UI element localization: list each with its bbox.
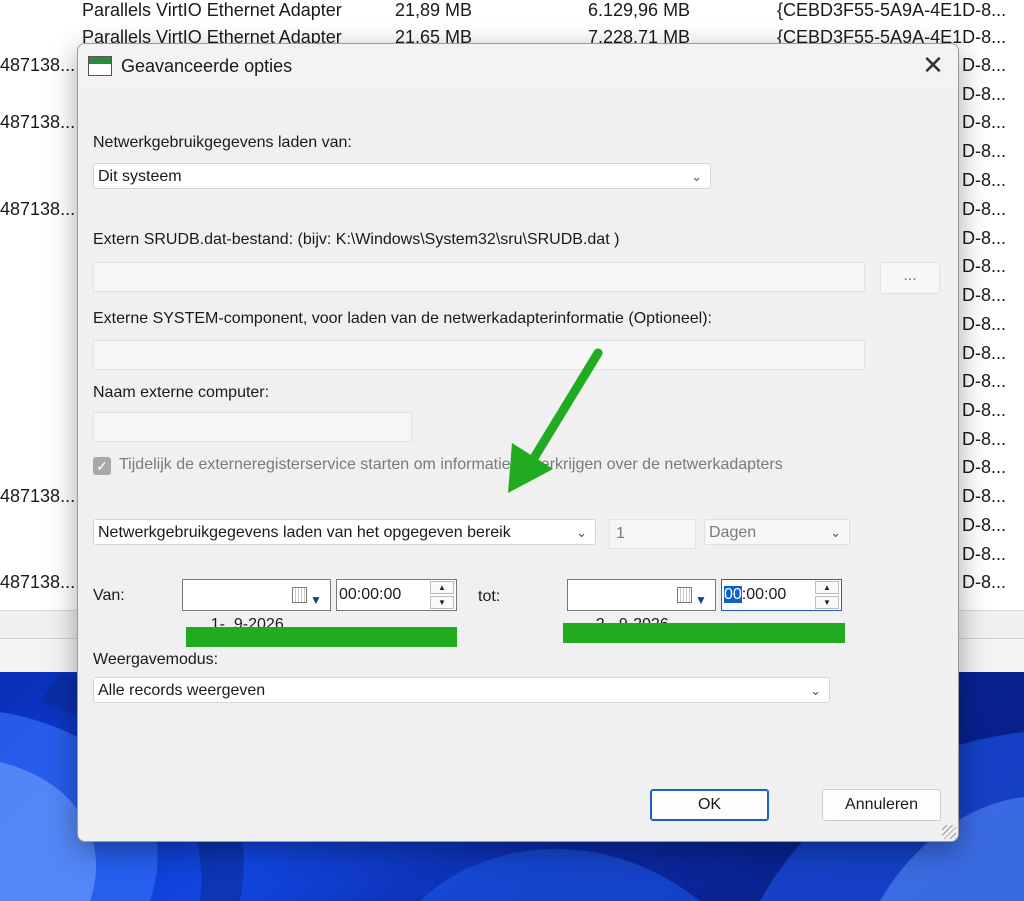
table-cell: D-8... <box>962 572 1007 592</box>
table-cell: 487138... <box>0 55 76 75</box>
size-cell: 6.129,96 MB <box>588 0 691 20</box>
table-cell: D-8... <box>962 486 1007 506</box>
table-cell: D-8... <box>962 141 1007 161</box>
table-cell: D-8... <box>962 256 1007 276</box>
adapter-name-cell: Parallels VirtIO Ethernet Adapter <box>82 0 342 20</box>
table-cell: 487138... <box>0 486 76 506</box>
table-cell: D-8... <box>962 544 1007 564</box>
table-cell: D-8... <box>962 371 1007 391</box>
table-cell: D-8... <box>962 343 1007 363</box>
table-cell: D-8... <box>962 199 1007 219</box>
table-cell: D-8... <box>962 515 1007 535</box>
size-cell: 21,89 MB <box>395 0 473 20</box>
table-cell: D-8... <box>962 112 1007 132</box>
table-cell: D-8... <box>962 429 1007 449</box>
annotation-arrow-icon <box>508 348 603 493</box>
table-cell: D-8... <box>962 170 1007 190</box>
guid-cell: {CEBD3F55-5A9A-4E1D-8... <box>777 0 1007 20</box>
table-cell: D-8... <box>962 84 1007 104</box>
table-cell: D-8... <box>962 285 1007 305</box>
table-cell: D-8... <box>962 55 1007 75</box>
table-cell: D-8... <box>962 457 1007 477</box>
table-cell: 487138... <box>0 199 76 219</box>
table-cell: 487138... <box>0 112 76 132</box>
table-cell: D-8... <box>962 314 1007 334</box>
advanced-options-dialog: Geavanceerde opties ✕ Netwerkgebruikgege… <box>77 43 959 842</box>
table-cell: 487138... <box>0 572 76 592</box>
table-cell: D-8... <box>962 400 1007 420</box>
table-cell: D-8... <box>962 228 1007 248</box>
table-row: Parallels VirtIO Ethernet Adapter 21,89 … <box>82 0 1006 21</box>
